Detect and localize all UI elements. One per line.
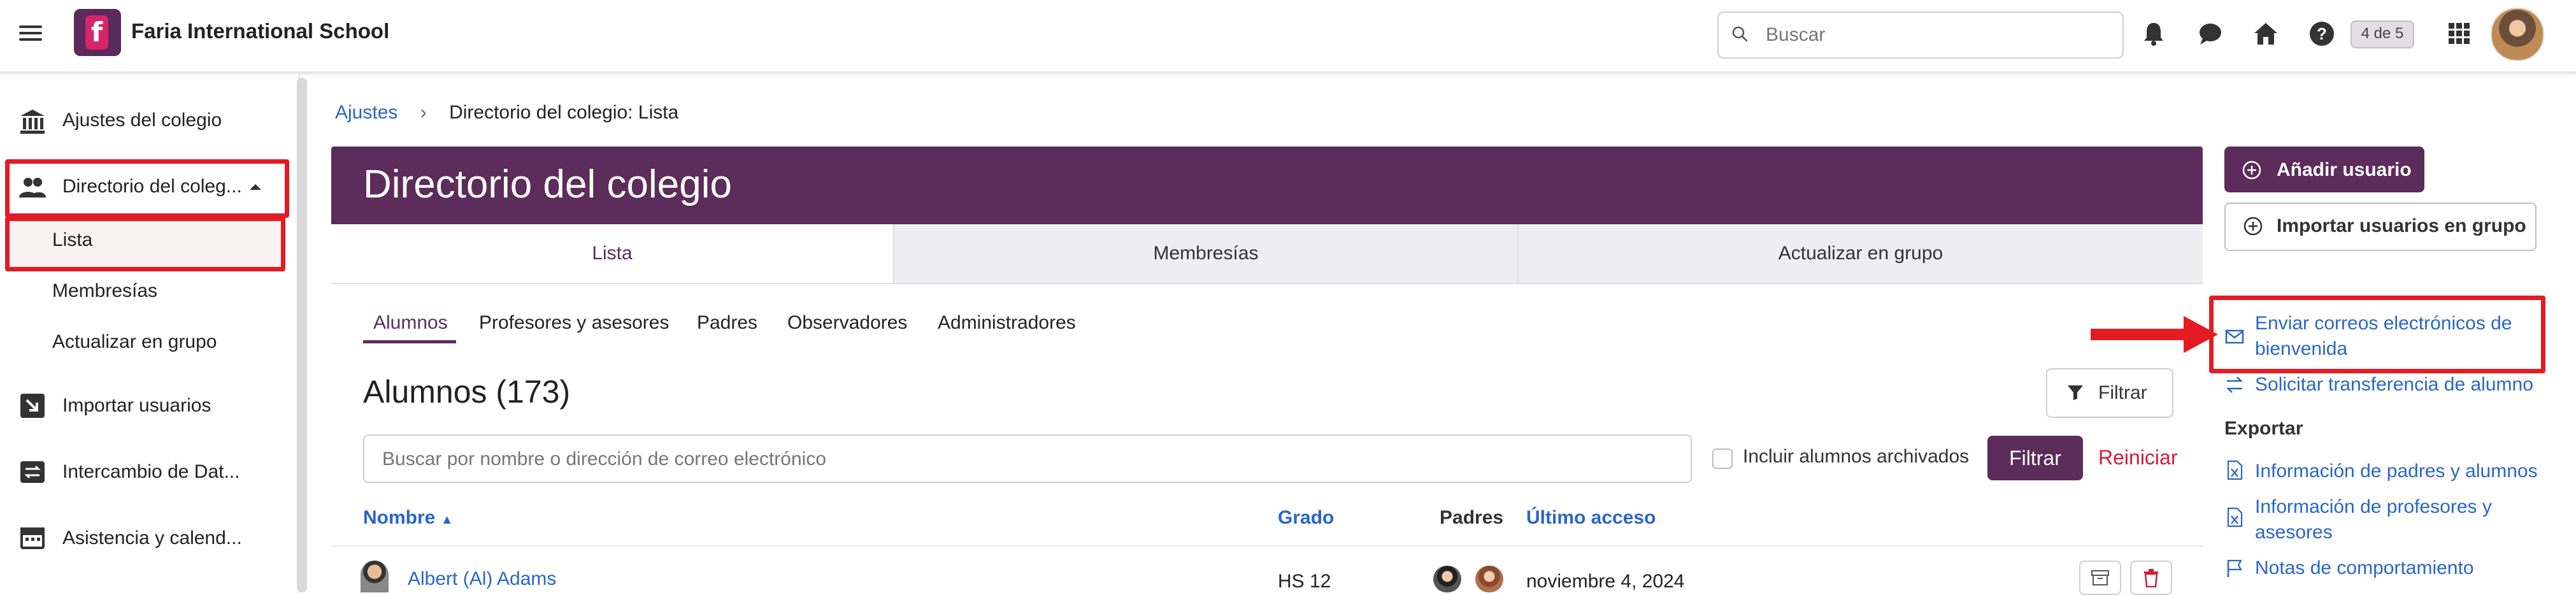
chevron-up-icon[interactable]: [248, 182, 262, 191]
behavior-notes-link[interactable]: Notas de comportamiento: [2255, 556, 2474, 581]
column-header-name-label: Nombre: [363, 507, 436, 528]
search-icon: [1732, 26, 1748, 42]
parent-avatar[interactable]: [1475, 566, 1503, 592]
breadcrumb-chevron-icon: ›: [420, 102, 427, 123]
filter-toggle-label: Filtrar: [2098, 382, 2147, 403]
mail-icon: [2225, 329, 2244, 344]
filter-icon: [2068, 385, 2083, 400]
user-avatar[interactable]: [2491, 8, 2544, 61]
section-title: Alumnos (173): [363, 374, 571, 410]
subtab-parents[interactable]: Padres: [697, 312, 757, 334]
student-grade: HS 12: [1278, 571, 1331, 592]
export-teachers-link[interactable]: Información de profesores y asesores: [2255, 494, 2492, 545]
sidebar-item-import-users[interactable]: Importar usuarios: [62, 395, 211, 417]
sidebar-item-settings[interactable]: Ajustes del colegio: [62, 110, 222, 131]
import-users-group-button[interactable]: Importar usuarios en grupo: [2224, 203, 2537, 251]
bell-icon[interactable]: [2139, 19, 2168, 48]
page-title: Directorio del colegio: [363, 162, 732, 206]
people-icon: [19, 178, 46, 197]
plus-circle-icon: [2242, 161, 2261, 180]
export-heading: Exportar: [2224, 418, 2303, 439]
sidebar-item-memberships[interactable]: Membresías: [52, 280, 157, 302]
highlight-list: [5, 217, 285, 271]
student-search-input[interactable]: [381, 446, 1657, 473]
send-welcome-email-line2: bienvenida: [2255, 338, 2348, 359]
school-logo[interactable]: f: [74, 9, 121, 56]
subtab-observers[interactable]: Observadores: [787, 312, 907, 334]
flag-icon: [2227, 559, 2242, 577]
tab-memberships[interactable]: Membresías: [894, 224, 1517, 283]
sort-ascending-icon: ▲: [440, 513, 454, 527]
column-header-parents: Padres: [1440, 507, 1504, 528]
student-avatar: [361, 561, 389, 592]
include-archived-label[interactable]: Incluir alumnos archivados: [1743, 446, 1969, 468]
include-archived-checkbox[interactable]: [1712, 448, 1733, 469]
export-parents-students-link[interactable]: Información de padres y alumnos: [2255, 459, 2538, 484]
apps-grid-icon[interactable]: [2445, 19, 2474, 48]
breadcrumb-parent[interactable]: Ajustes: [335, 102, 397, 123]
sidebar-item-bulk-update[interactable]: Actualizar en grupo: [52, 331, 217, 353]
tab-list[interactable]: Lista: [331, 224, 893, 283]
trash-icon: [2144, 569, 2158, 587]
column-header-last-access[interactable]: Último acceso: [1526, 507, 1656, 529]
sidebar-scrollbar[interactable]: [297, 78, 307, 592]
student-name-link[interactable]: Albert (Al) Adams: [408, 568, 556, 590]
table-row: [331, 545, 2203, 594]
subtab-teachers[interactable]: Profesores y asesores: [479, 312, 669, 334]
help-icon[interactable]: ?: [2307, 19, 2336, 48]
sidebar-item-list[interactable]: Lista: [52, 229, 92, 251]
bank-icon: [20, 110, 45, 134]
spreadsheet-icon: [2227, 460, 2243, 480]
subtab-active-indicator: [363, 340, 456, 343]
subtab-students[interactable]: Alumnos: [373, 312, 448, 334]
archive-icon: [2091, 570, 2109, 585]
school-name[interactable]: Faria International School: [131, 19, 389, 43]
column-header-grade[interactable]: Grado: [1278, 507, 1334, 529]
delete-button[interactable]: [2130, 561, 2172, 595]
chat-icon[interactable]: [2195, 19, 2224, 48]
transfer-icon: [2226, 376, 2243, 393]
subtab-administrators[interactable]: Administradores: [938, 312, 1076, 334]
request-transfer-link[interactable]: Solicitar transferencia de alumno: [2255, 372, 2533, 398]
home-icon[interactable]: [2251, 19, 2280, 48]
reset-link[interactable]: Reiniciar: [2098, 446, 2177, 470]
import-users-group-label: Importar usuarios en grupo: [2277, 215, 2526, 236]
filter-toggle-button[interactable]: Filtrar: [2046, 368, 2173, 418]
svg-text:?: ?: [2317, 24, 2327, 43]
calendar-icon: [20, 527, 45, 549]
plus-circle-icon: [2243, 217, 2263, 236]
filter-submit-button[interactable]: Filtrar: [1987, 436, 2083, 480]
logo-letter: f: [85, 15, 108, 50]
column-header-name[interactable]: Nombre ▲: [363, 507, 454, 529]
annotation-arrow-shaft: [2091, 329, 2190, 340]
sidebar-item-directory[interactable]: Directorio del coleg...: [62, 176, 242, 197]
send-welcome-email-link[interactable]: Enviar correos electrónicos de bienvenid…: [2255, 311, 2512, 362]
spreadsheet-icon: [2227, 507, 2243, 527]
send-welcome-email-line1: Enviar correos electrónicos de: [2255, 313, 2512, 334]
student-last-access: noviembre 4, 2024: [1526, 571, 1685, 592]
export-teachers-line2: asesores: [2255, 522, 2333, 543]
export-teachers-line1: Información de profesores y: [2255, 496, 2492, 517]
data-exchange-icon: [20, 461, 45, 483]
tab-bulk-update[interactable]: Actualizar en grupo: [1519, 224, 2203, 283]
sidebar-item-data-exchange[interactable]: Intercambio de Dat...: [62, 461, 240, 483]
add-user-label: Añadir usuario: [2277, 159, 2412, 180]
global-search-input[interactable]: [1764, 22, 2098, 48]
progress-badge[interactable]: 4 de 5: [2351, 20, 2414, 48]
sidebar-item-attendance[interactable]: Asistencia y calend...: [62, 527, 242, 549]
archive-button[interactable]: [2079, 561, 2121, 595]
global-search[interactable]: [1717, 11, 2124, 59]
hamburger-menu-icon[interactable]: [19, 22, 42, 45]
student-search[interactable]: [363, 434, 1692, 483]
breadcrumb: Ajustes › Directorio del colegio: Lista: [335, 102, 678, 124]
import-icon: [20, 394, 45, 418]
add-user-button[interactable]: Añadir usuario: [2224, 147, 2424, 192]
breadcrumb-current: Directorio del colegio: Lista: [449, 102, 679, 123]
parent-avatar[interactable]: [1433, 566, 1461, 592]
annotation-arrow-head: [2184, 316, 2218, 353]
